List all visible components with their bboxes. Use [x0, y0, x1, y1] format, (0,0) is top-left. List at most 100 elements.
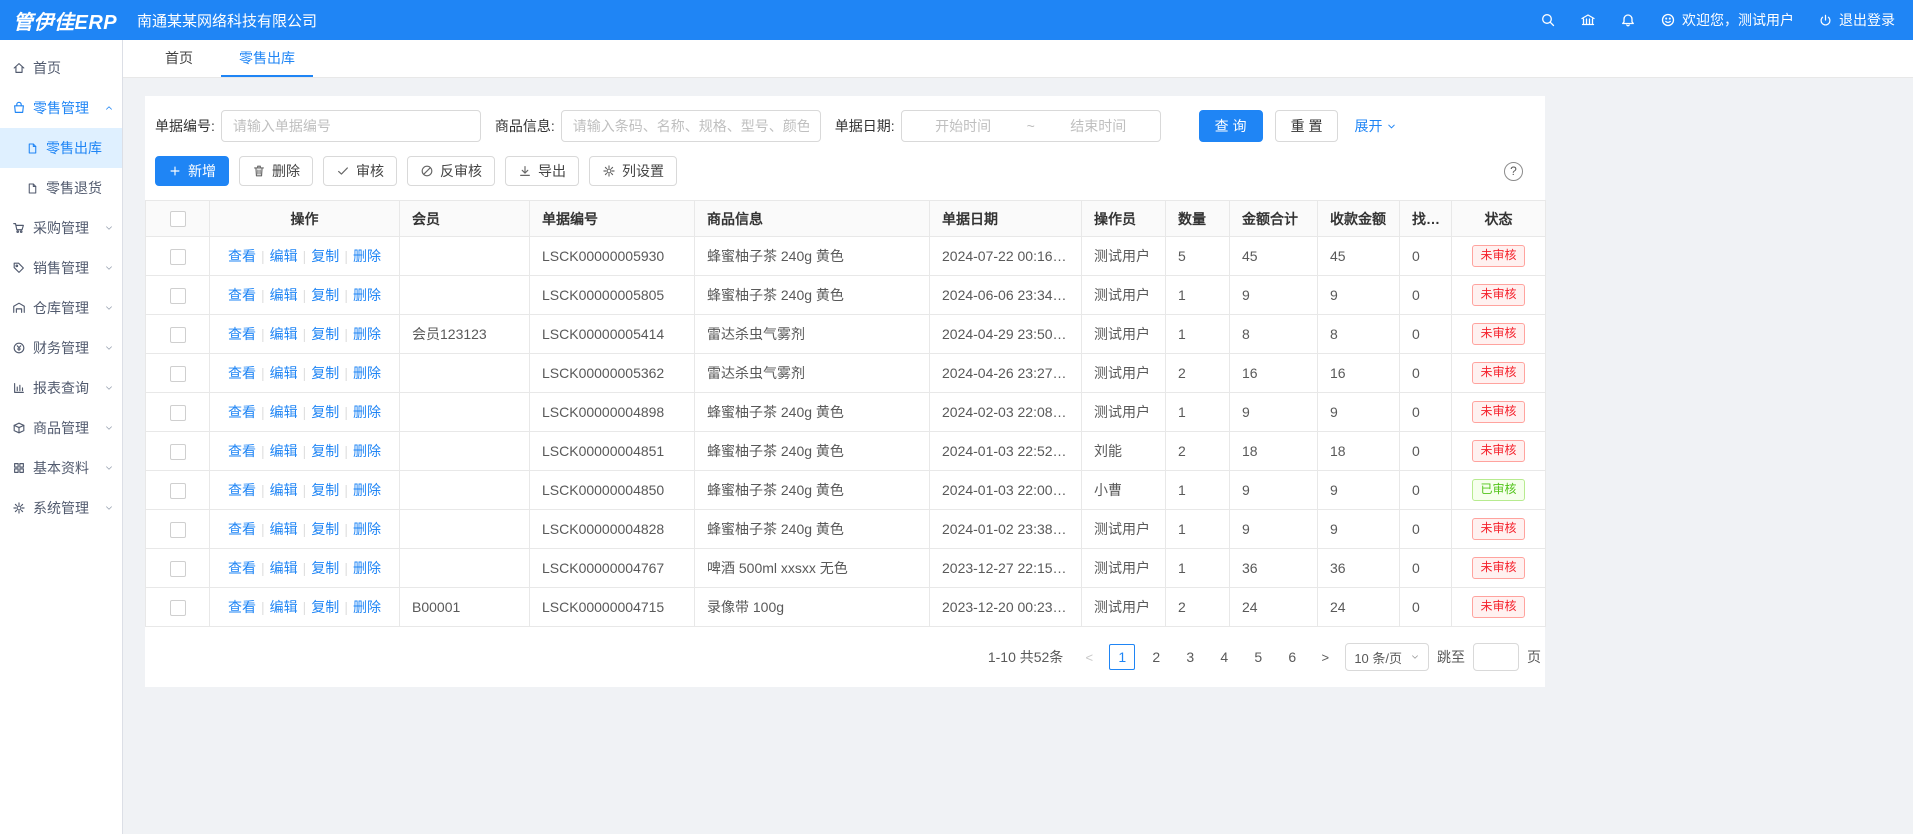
product-info-input[interactable]: [561, 110, 821, 142]
next-page-button[interactable]: >: [1313, 644, 1337, 670]
sidebar-item-retail[interactable]: 零售管理: [0, 88, 122, 128]
ban-icon: [420, 164, 434, 178]
row-action-view[interactable]: 查看: [228, 365, 256, 381]
search-icon[interactable]: [1540, 12, 1556, 28]
row-action-edit[interactable]: 编辑: [270, 560, 298, 576]
sidebar-subitem-retail-return[interactable]: 零售退货: [0, 168, 122, 208]
row-checkbox[interactable]: [170, 483, 186, 499]
row-action-view[interactable]: 查看: [228, 482, 256, 498]
logout-button[interactable]: 退出登录: [1818, 10, 1895, 30]
row-action-copy[interactable]: 复制: [311, 482, 339, 498]
row-action-copy[interactable]: 复制: [311, 521, 339, 537]
row-action-delete[interactable]: 删除: [353, 404, 381, 420]
row-action-copy[interactable]: 复制: [311, 248, 339, 264]
date-start-input[interactable]: [902, 118, 1025, 134]
pagination-page-3[interactable]: 3: [1177, 644, 1203, 670]
row-action-view[interactable]: 查看: [228, 521, 256, 537]
pagination-page-1[interactable]: 1: [1109, 644, 1135, 670]
sidebar-item-finance[interactable]: 财务管理: [0, 328, 122, 368]
row-action-copy[interactable]: 复制: [311, 287, 339, 303]
row-action-view[interactable]: 查看: [228, 326, 256, 342]
row-action-edit[interactable]: 编辑: [270, 443, 298, 459]
date-range-picker[interactable]: ~: [901, 110, 1161, 142]
row-action-delete[interactable]: 删除: [353, 365, 381, 381]
sidebar-item-goods[interactable]: 商品管理: [0, 408, 122, 448]
row-checkbox[interactable]: [170, 327, 186, 343]
row-action-delete[interactable]: 删除: [353, 482, 381, 498]
row-action-copy[interactable]: 复制: [311, 404, 339, 420]
row-checkbox[interactable]: [170, 444, 186, 460]
row-action-edit[interactable]: 编辑: [270, 287, 298, 303]
pagination-page-2[interactable]: 2: [1143, 644, 1169, 670]
pagination-page-5[interactable]: 5: [1245, 644, 1271, 670]
row-action-copy[interactable]: 复制: [311, 599, 339, 615]
row-checkbox[interactable]: [170, 600, 186, 616]
unaudit-button[interactable]: 反审核: [407, 156, 495, 186]
row-action-copy[interactable]: 复制: [311, 560, 339, 576]
row-action-view[interactable]: 查看: [228, 560, 256, 576]
sidebar-item-warehouse[interactable]: 仓库管理: [0, 288, 122, 328]
add-button[interactable]: 新增: [155, 156, 229, 186]
select-all-checkbox[interactable]: [170, 211, 186, 227]
sidebar-item-sales[interactable]: 销售管理: [0, 248, 122, 288]
sidebar-item-system[interactable]: 系统管理: [0, 488, 122, 528]
search-button[interactable]: 查 询: [1199, 110, 1263, 142]
row-action-view[interactable]: 查看: [228, 287, 256, 303]
row-checkbox[interactable]: [170, 561, 186, 577]
row-action-delete[interactable]: 删除: [353, 326, 381, 342]
row-checkbox[interactable]: [170, 366, 186, 382]
bill-no-input[interactable]: [221, 110, 481, 142]
row-checkbox[interactable]: [170, 405, 186, 421]
reset-button[interactable]: 重 置: [1275, 110, 1339, 142]
row-action-copy[interactable]: 复制: [311, 365, 339, 381]
row-action-delete[interactable]: 删除: [353, 521, 381, 537]
column-settings-button[interactable]: 列设置: [589, 156, 677, 186]
chevron-down-icon: [104, 463, 114, 473]
row-action-edit[interactable]: 编辑: [270, 482, 298, 498]
notification-icon[interactable]: [1620, 12, 1636, 28]
sidebar-item-purchase[interactable]: 采购管理: [0, 208, 122, 248]
tab-home[interactable]: 首页: [147, 40, 211, 77]
row-action-edit[interactable]: 编辑: [270, 404, 298, 420]
row-checkbox[interactable]: [170, 288, 186, 304]
row-action-edit[interactable]: 编辑: [270, 326, 298, 342]
row-action-view[interactable]: 查看: [228, 443, 256, 459]
sidebar-item-reports[interactable]: 报表查询: [0, 368, 122, 408]
user-menu[interactable]: 欢迎您，测试用户: [1660, 10, 1794, 30]
row-action-edit[interactable]: 编辑: [270, 521, 298, 537]
prev-page-button[interactable]: <: [1077, 644, 1101, 670]
row-checkbox[interactable]: [170, 522, 186, 538]
row-action-delete[interactable]: 删除: [353, 248, 381, 264]
chevron-down-icon: [104, 303, 114, 313]
delete-button[interactable]: 删除: [239, 156, 313, 186]
export-button[interactable]: 导出: [505, 156, 579, 186]
page-size-select[interactable]: 10 条/页: [1345, 643, 1429, 671]
row-action-view[interactable]: 查看: [228, 599, 256, 615]
row-action-view[interactable]: 查看: [228, 404, 256, 420]
expand-toggle[interactable]: 展开: [1354, 116, 1397, 136]
row-action-delete[interactable]: 删除: [353, 560, 381, 576]
row-checkbox[interactable]: [170, 249, 186, 265]
row-action-edit[interactable]: 编辑: [270, 599, 298, 615]
tab-retail-outbound[interactable]: 零售出库: [221, 40, 313, 77]
jump-page-input[interactable]: [1473, 643, 1519, 671]
row-action-delete[interactable]: 删除: [353, 443, 381, 459]
audit-button[interactable]: 审核: [323, 156, 397, 186]
row-action-delete[interactable]: 删除: [353, 287, 381, 303]
sidebar-subitem-retail-outbound[interactable]: 零售出库: [0, 128, 122, 168]
help-button[interactable]: ?: [1504, 162, 1523, 181]
date-end-input[interactable]: [1037, 118, 1160, 134]
row-action-edit[interactable]: 编辑: [270, 365, 298, 381]
pagination-page-4[interactable]: 4: [1211, 644, 1237, 670]
row-action-edit[interactable]: 编辑: [270, 248, 298, 264]
sidebar-item-basicdata[interactable]: 基本资料: [0, 448, 122, 488]
row-action-copy[interactable]: 复制: [311, 326, 339, 342]
pagination-page-6[interactable]: 6: [1279, 644, 1305, 670]
sidebar-item-home[interactable]: 首页: [0, 48, 122, 88]
org-icon[interactable]: [1580, 12, 1596, 28]
row-action-copy[interactable]: 复制: [311, 443, 339, 459]
row-action-view[interactable]: 查看: [228, 248, 256, 264]
cell-bill-no: LSCK00000004850: [530, 471, 695, 510]
cell-product-info: 蜂蜜柚子茶 240g 黄色: [695, 393, 930, 432]
row-action-delete[interactable]: 删除: [353, 599, 381, 615]
